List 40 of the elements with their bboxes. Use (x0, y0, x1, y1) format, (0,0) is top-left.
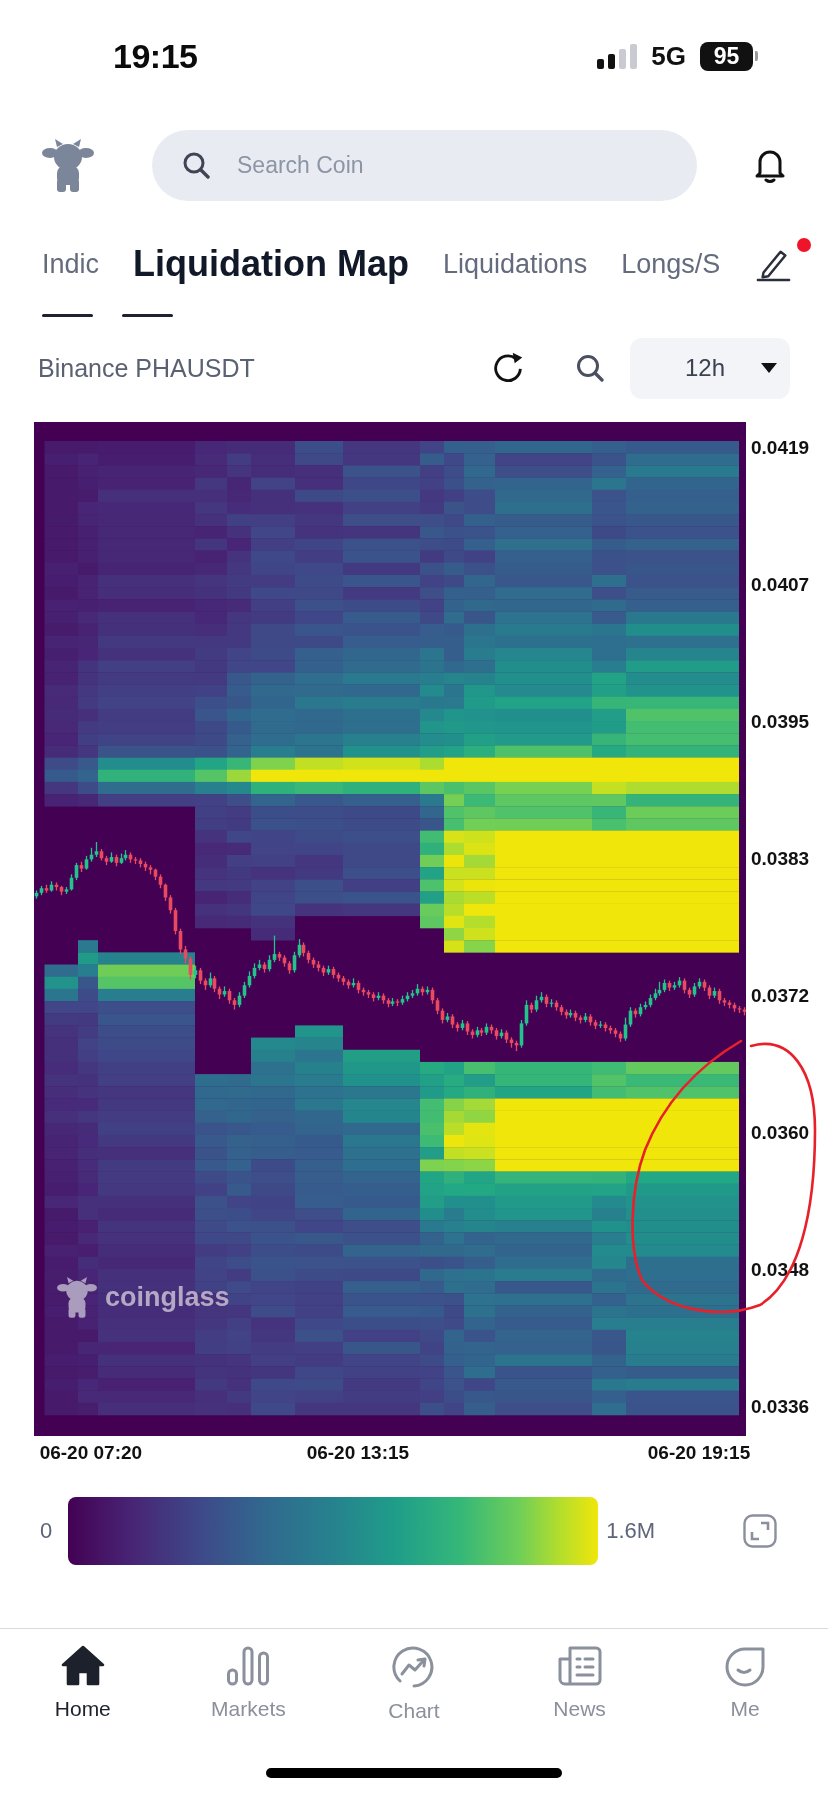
trend-chart-icon (392, 1645, 436, 1689)
tab[interactable]: Liquidations (443, 248, 588, 280)
nav-tab[interactable]: Home (54, 1629, 111, 1721)
y-axis-label: 0.0407 (751, 575, 810, 595)
home-icon (60, 1645, 105, 1687)
caret-icon (761, 363, 777, 373)
legend-max-label: 1.6M (606, 1518, 656, 1544)
newspaper-icon (557, 1645, 602, 1687)
tab[interactable]: Longs/S (621, 248, 721, 280)
bar-chart-icon (226, 1645, 271, 1687)
tab[interactable]: Indic (42, 248, 100, 280)
status-time: 19:15 (113, 36, 198, 76)
y-axis-label: 0.0336 (751, 1397, 810, 1417)
nav-tab[interactable]: News (553, 1629, 606, 1721)
x-axis-label: 06-20 13:15 (306, 1443, 410, 1463)
mascot-icon[interactable] (42, 137, 94, 193)
search-icon[interactable] (575, 353, 605, 383)
watermark-text: coinglass (105, 1281, 230, 1313)
y-axis-label: 0.0419 (751, 438, 810, 458)
smile-face-icon (723, 1645, 768, 1687)
y-axis-label: 0.0395 (751, 711, 810, 732)
battery-indicator: 95 (700, 41, 758, 71)
signal-icon (597, 43, 638, 69)
search-icon (182, 150, 210, 179)
tab[interactable]: Liquidation Map (133, 243, 409, 285)
y-axis-label: 0.0383 (751, 848, 810, 869)
nav-tab[interactable]: Chart (388, 1629, 440, 1723)
y-axis-label: 0.0372 (751, 986, 810, 1006)
expand-icon[interactable] (743, 1514, 777, 1548)
pair-label: Binance PHAUSDT (38, 353, 255, 383)
nav-tab[interactable]: Markets (211, 1629, 286, 1721)
watermark-logo-icon (57, 1275, 97, 1319)
search-field[interactable]: Search Coin (152, 129, 697, 201)
y-axis-label: 0.0360 (751, 1123, 810, 1144)
x-axis-label: 06-20 19:15 (647, 1443, 751, 1463)
legend-min-label: 0 (40, 1518, 53, 1544)
x-axis-label: 06-20 07:20 (39, 1443, 143, 1463)
interval-dropdown[interactable]: 12h (630, 337, 790, 399)
network-label: 5G (651, 40, 686, 72)
nav-tab[interactable]: Me (723, 1629, 768, 1721)
